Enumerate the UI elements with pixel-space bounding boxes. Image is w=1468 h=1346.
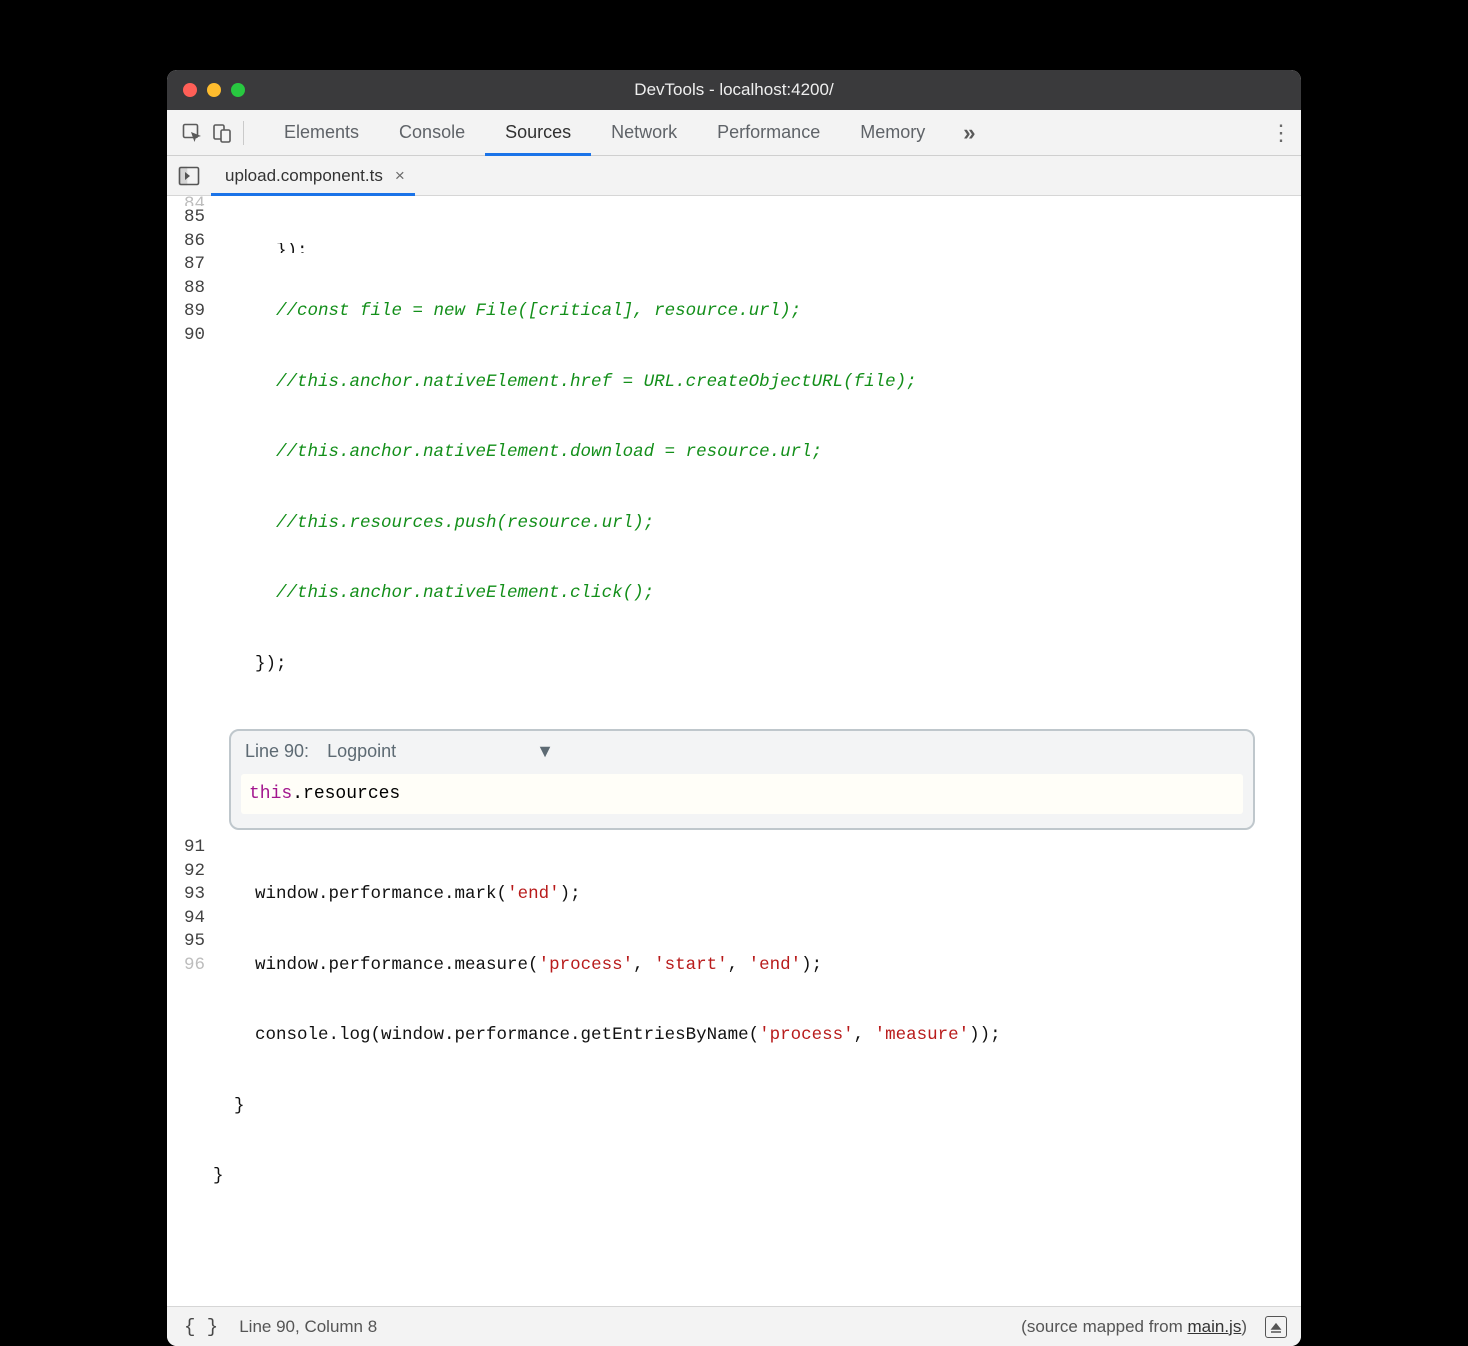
expr-rest: .resources xyxy=(292,784,400,804)
inspect-element-icon[interactable] xyxy=(177,118,207,148)
code-token: console.log(window.performance.getEntrie… xyxy=(213,1025,759,1045)
line-gutter[interactable]: 84 85 86 87 88 89 90 xyxy=(167,196,213,723)
file-tab-label: upload.component.ts xyxy=(225,166,383,186)
source-mapped-label: (source mapped from main.js) xyxy=(1021,1317,1247,1337)
line-gutter[interactable]: 91 92 93 94 95 96 xyxy=(167,836,213,1306)
breakpoint-type-select[interactable]: Logpoint ▼ xyxy=(327,741,554,762)
code-token: window.performance.mark( xyxy=(213,884,507,904)
breakpoint-type-value: Logpoint xyxy=(327,741,396,762)
code-string: 'process' xyxy=(759,1025,854,1045)
code-line: }); xyxy=(213,653,1301,677)
line-number[interactable]: 84 xyxy=(167,196,205,206)
line-number[interactable]: 90 xyxy=(167,324,205,348)
code-editor[interactable]: 84 85 86 87 88 89 90 }); //const file = … xyxy=(167,196,1301,723)
code-editor[interactable]: 91 92 93 94 95 96 window.performance.mar… xyxy=(167,836,1301,1306)
pretty-print-icon[interactable]: { } xyxy=(181,1315,221,1339)
window-title: DevTools - localhost:4200/ xyxy=(167,80,1301,100)
cursor-position: Line 90, Column 8 xyxy=(239,1317,377,1337)
tab-elements[interactable]: Elements xyxy=(264,110,379,155)
window-close-button[interactable] xyxy=(183,83,197,97)
line-number[interactable]: 85 xyxy=(167,206,205,230)
status-bar: { } Line 90, Column 8 (source mapped fro… xyxy=(167,1306,1301,1346)
line-number[interactable]: 91 xyxy=(167,836,205,860)
file-tab-upload-component[interactable]: upload.component.ts × xyxy=(211,156,415,195)
code-comment: //const file = new File([critical], reso… xyxy=(213,301,801,321)
code-line: } xyxy=(213,1165,1301,1189)
navigator-toggle-icon[interactable] xyxy=(167,156,211,196)
line-number[interactable]: 95 xyxy=(167,930,205,954)
code-string: 'measure' xyxy=(875,1025,970,1045)
panel-tabs: Elements Console Sources Network Perform… xyxy=(264,110,945,155)
tab-console[interactable]: Console xyxy=(379,110,485,155)
main-toolbar: Elements Console Sources Network Perform… xyxy=(167,110,1301,156)
window-minimize-button[interactable] xyxy=(207,83,221,97)
devtools-window: DevTools - localhost:4200/ Elements Cons… xyxy=(167,70,1301,1346)
line-number[interactable]: 88 xyxy=(167,277,205,301)
toolbar-separator xyxy=(243,121,244,145)
breakpoint-line-label: Line 90: xyxy=(245,741,309,762)
expr-this: this xyxy=(249,784,292,804)
tab-network[interactable]: Network xyxy=(591,110,697,155)
window-titlebar[interactable]: DevTools - localhost:4200/ xyxy=(167,70,1301,110)
tab-memory[interactable]: Memory xyxy=(840,110,945,155)
code-string: 'process' xyxy=(539,955,634,975)
code-string: 'end' xyxy=(507,884,560,904)
code-token: , xyxy=(633,955,654,975)
kebab-menu-icon[interactable]: ⋮ xyxy=(1261,120,1301,146)
device-toolbar-icon[interactable] xyxy=(207,118,237,148)
collapse-bottom-panel-icon[interactable] xyxy=(1265,1316,1287,1338)
code-comment: //this.anchor.nativeElement.download = r… xyxy=(213,442,822,462)
code-line xyxy=(213,1236,1301,1260)
code-string: 'end' xyxy=(749,955,802,975)
traffic-lights xyxy=(183,83,245,97)
tab-overflow-button[interactable]: » xyxy=(945,120,993,146)
code-token: window.performance.measure( xyxy=(213,955,539,975)
close-tab-icon[interactable]: × xyxy=(395,166,405,186)
breakpoint-edit-panel: Line 90: Logpoint ▼ this.resources xyxy=(229,729,1255,830)
source-map-link[interactable]: main.js xyxy=(1187,1317,1241,1336)
line-number[interactable]: 94 xyxy=(167,907,205,931)
code-token: , xyxy=(854,1025,875,1045)
file-tab-bar: upload.component.ts × xyxy=(167,156,1301,196)
logpoint-expression-input[interactable]: this.resources xyxy=(241,774,1243,814)
code-token: ); xyxy=(801,955,822,975)
code-line: }); xyxy=(213,243,1301,253)
code-content[interactable]: window.performance.mark('end'); window.p… xyxy=(213,836,1301,1306)
code-comment: //this.anchor.nativeElement.href = URL.c… xyxy=(213,372,917,392)
line-number[interactable]: 93 xyxy=(167,883,205,907)
line-number[interactable]: 92 xyxy=(167,860,205,884)
tab-performance[interactable]: Performance xyxy=(697,110,840,155)
line-number[interactable]: 86 xyxy=(167,230,205,254)
mapped-pre: (source mapped from xyxy=(1021,1317,1187,1336)
code-content[interactable]: }); //const file = new File([critical], … xyxy=(213,196,1301,723)
window-zoom-button[interactable] xyxy=(231,83,245,97)
code-token: )); xyxy=(969,1025,1001,1045)
tab-sources[interactable]: Sources xyxy=(485,110,591,155)
line-number[interactable]: 96 xyxy=(167,954,205,978)
code-line: } xyxy=(213,1095,1301,1119)
mapped-post: ) xyxy=(1241,1317,1247,1336)
code-comment: //this.anchor.nativeElement.click(); xyxy=(213,583,654,603)
line-number[interactable]: 89 xyxy=(167,300,205,324)
code-token: ); xyxy=(560,884,581,904)
code-token: , xyxy=(728,955,749,975)
code-string: 'start' xyxy=(654,955,728,975)
chevron-down-icon: ▼ xyxy=(536,741,554,762)
code-comment: //this.resources.push(resource.url); xyxy=(213,513,654,533)
line-number[interactable]: 87 xyxy=(167,253,205,277)
